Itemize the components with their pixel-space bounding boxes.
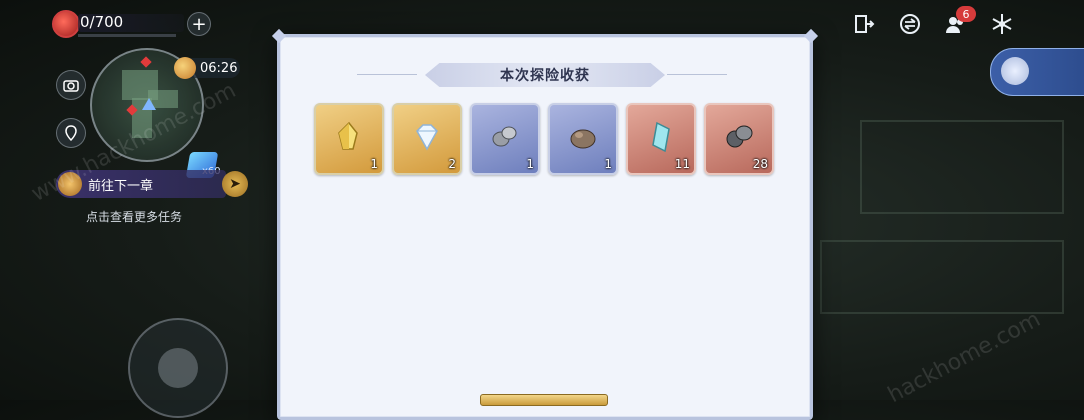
reward-item-aqua-crystal[interactable]: 11 (626, 103, 696, 175)
bg-wall-pattern (820, 240, 1064, 314)
exit-button[interactable] (850, 10, 878, 38)
reward-panel: 本次探险收获 1 2 1 1 11 28 (271, 28, 819, 420)
reward-item-diamond[interactable]: 2 (392, 103, 462, 175)
notification-badge: 6 (956, 6, 976, 22)
confirm-button[interactable] (480, 394, 608, 406)
reward-item-iron-ore[interactable]: 28 (704, 103, 774, 175)
reward-item-silver-ore[interactable]: 1 (470, 103, 540, 175)
joystick-knob[interactable] (158, 348, 198, 388)
item-count: 11 (674, 157, 690, 171)
iron-ore-icon (726, 125, 753, 148)
quest-hint[interactable]: 点击查看更多任务 (86, 208, 182, 225)
aqua-crystal-icon (652, 121, 670, 153)
add-resource-button[interactable]: + (187, 12, 211, 36)
item-count: 1 (526, 157, 534, 171)
objective-marker-icon (140, 56, 152, 68)
reward-item-gold-crystal[interactable]: 1 (314, 103, 384, 175)
exit-icon (855, 15, 875, 33)
panel-title: 本次探险收获 (425, 63, 665, 87)
silver-ore-icon (492, 126, 517, 147)
settings-button[interactable] (988, 10, 1016, 38)
player-arrow-icon (142, 98, 156, 110)
map-pin-icon (65, 125, 77, 141)
map-button[interactable] (56, 118, 86, 148)
side-menu-tab[interactable] (990, 48, 1084, 96)
quest-go-button[interactable]: ➤ (222, 171, 248, 197)
resource-progress-track (78, 34, 176, 37)
quest-label: 前往下一章 (88, 178, 154, 194)
panel-corner-ornament (803, 28, 819, 44)
item-count: 1 (370, 157, 378, 171)
diamond-icon (416, 124, 438, 151)
bg-wall-pattern (860, 120, 1064, 214)
item-count: 1 (604, 157, 612, 171)
gold-crystal-icon (338, 121, 358, 150)
event-icon (174, 57, 196, 79)
bronze-ore-icon (570, 129, 596, 149)
timer-text: 06:26 (200, 60, 238, 76)
camera-button[interactable] (56, 70, 86, 100)
snowflake-gear-icon (992, 14, 1012, 34)
item-count: 2 (448, 157, 456, 171)
item-count: 28 (752, 157, 768, 171)
swap-icon (900, 14, 920, 34)
camera-icon (63, 80, 79, 92)
reward-item-bronze-ore[interactable]: 1 (548, 103, 618, 175)
switch-button[interactable] (896, 10, 924, 38)
character-avatar-icon (1001, 57, 1029, 85)
resource-value: 0/700 (80, 13, 124, 31)
movement-joystick[interactable] (128, 318, 228, 418)
event-timer: 06:26 (174, 57, 240, 79)
watermark: hackhome.com (883, 306, 1045, 409)
panel-corner-ornament (271, 28, 287, 44)
stamina-icon (52, 10, 80, 38)
